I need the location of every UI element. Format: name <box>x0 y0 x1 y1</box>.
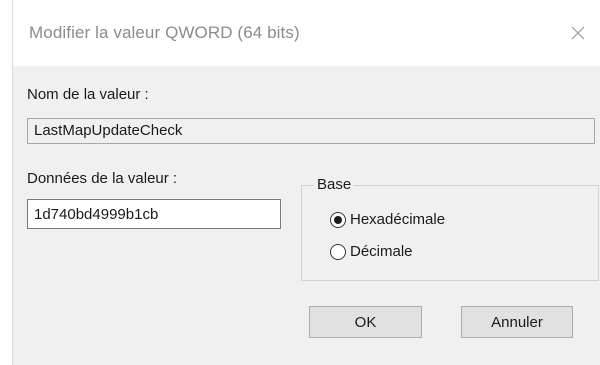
cancel-button[interactable]: Annuler <box>461 306 573 338</box>
value-name-field[interactable]: LastMapUpdateCheck <box>27 118 595 144</box>
radio-hexadecimal[interactable]: Hexadécimale <box>330 211 445 228</box>
dialog-body: Nom de la valeur : LastMapUpdateCheck Do… <box>13 66 600 365</box>
base-group: Base Hexadécimale Décimale <box>301 176 599 281</box>
close-icon[interactable] <box>563 18 593 48</box>
value-data-label: Données de la valeur : <box>27 170 178 187</box>
value-data-input[interactable] <box>27 199 281 229</box>
ok-button[interactable]: OK <box>309 306 422 338</box>
radio-decimal-indicator[interactable] <box>330 243 346 260</box>
radio-decimal-label: Décimale <box>350 243 413 260</box>
dialog-title: Modifier la valeur QWORD (64 bits) <box>29 23 300 42</box>
radio-hexadecimal-label: Hexadécimale <box>350 211 446 228</box>
base-legend: Base <box>314 176 355 193</box>
title-bar[interactable]: Modifier la valeur QWORD (64 bits) <box>13 0 600 66</box>
value-name-label: Nom de la valeur : <box>27 86 149 103</box>
close-glyph <box>571 26 585 40</box>
edit-qword-dialog: Modifier la valeur QWORD (64 bits) Nom d… <box>12 0 600 365</box>
radio-decimal[interactable]: Décimale <box>330 243 413 260</box>
radio-hexadecimal-indicator[interactable] <box>330 211 346 228</box>
